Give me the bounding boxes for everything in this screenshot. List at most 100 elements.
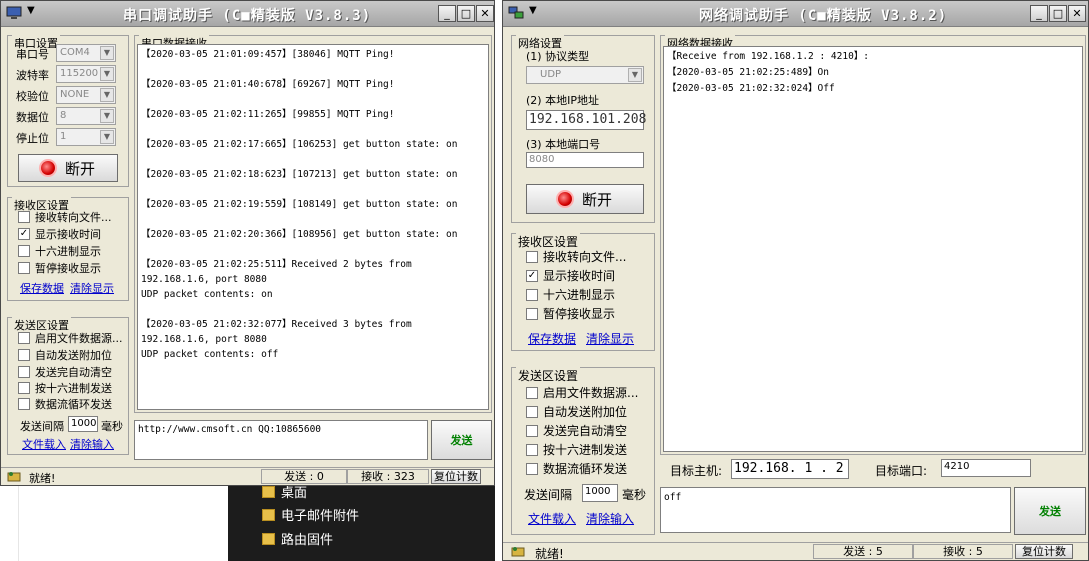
maximize-button[interactable]: □ — [457, 5, 475, 22]
clear-input-link[interactable]: 清除输入 — [586, 510, 634, 527]
show-recv-time-checkbox[interactable]: ✓ 显示接收时间 — [18, 226, 101, 242]
checkbox-box[interactable] — [18, 398, 30, 410]
network-send-settings-group: 发送区设置 启用文件数据源... 自动发送附加位 发送完自动清空 按十六进制发送… — [511, 367, 655, 535]
databits-select[interactable]: 8 ▼ — [56, 107, 116, 125]
serial-send-input[interactable]: http://www.cmsoft.cn QQ:10865600 — [134, 420, 428, 460]
loop-send-checkbox[interactable]: 数据流循环发送 — [526, 460, 627, 477]
status-led-icon — [557, 192, 572, 206]
reset-counter-button[interactable]: 复位计数 — [1015, 544, 1073, 559]
file-source-checkbox[interactable]: 启用文件数据源... — [18, 330, 123, 346]
checkbox-box[interactable] — [526, 250, 538, 263]
network-send-input[interactable]: off — [660, 487, 1011, 533]
serial-titlebar[interactable]: ▼ 串口调试助手 (C■精装版 V3.8.3) _ □ ✕ — [1, 1, 494, 27]
save-data-link[interactable]: 保存数据 — [20, 280, 64, 296]
checkbox-box[interactable] — [526, 462, 538, 475]
chevron-down-icon[interactable]: ▼ — [100, 88, 114, 102]
network-receive-settings-group: 接收区设置 接收转向文件... ✓ 显示接收时间 十六进制显示 暂停接收显示 保存… — [511, 233, 655, 351]
serial-receive-log[interactable]: 【2020-03-05 21:01:09:457】[38046] MQTT Pi… — [137, 44, 489, 410]
file-source-checkbox[interactable]: 启用文件数据源... — [526, 384, 638, 401]
hex-send-checkbox[interactable]: 按十六进制发送 — [526, 441, 627, 458]
checkbox-box[interactable] — [18, 366, 30, 378]
parity-select[interactable]: NONE ▼ — [56, 86, 116, 104]
local-ip-input[interactable]: 192.168.101.208 — [526, 110, 646, 130]
checkbox-box[interactable] — [526, 386, 538, 399]
hex-display-checkbox[interactable]: 十六进制显示 — [526, 286, 615, 303]
checkbox-box[interactable] — [526, 443, 538, 456]
chevron-down-icon[interactable]: ▼ — [100, 46, 114, 60]
stopbits-select[interactable]: 1 ▼ — [56, 128, 116, 146]
recv-to-file-checkbox[interactable]: 接收转向文件... — [18, 209, 112, 225]
clear-display-link[interactable]: 清除显示 — [70, 280, 114, 296]
clear-display-link[interactable]: 清除显示 — [586, 330, 634, 347]
baud-select[interactable]: 115200 ▼ — [56, 65, 116, 83]
checkbox-label: 数据流循环发送 — [543, 462, 628, 476]
explorer-item-email-attachments[interactable]: 电子邮件附件 — [262, 504, 359, 524]
auto-append-checkbox[interactable]: 自动发送附加位 — [18, 347, 112, 363]
serial-send-button[interactable]: 发送 — [431, 420, 492, 460]
network-icon[interactable] — [508, 6, 524, 20]
checkbox-box[interactable] — [18, 382, 30, 394]
hex-display-checkbox[interactable]: 十六进制显示 — [18, 243, 101, 259]
local-port-input[interactable]: 8080 — [526, 152, 644, 168]
folder-icon — [262, 509, 275, 521]
protocol-value: UDP — [540, 69, 562, 80]
local-port-label: (3) 本地端口号 — [526, 138, 601, 151]
checkbox-box[interactable] — [18, 211, 30, 223]
close-button[interactable]: ✕ — [476, 5, 494, 22]
checkbox-box[interactable] — [526, 307, 538, 320]
checkbox-box[interactable] — [526, 288, 538, 301]
checkbox-box[interactable] — [18, 245, 30, 257]
reset-counter-button[interactable]: 复位计数 — [431, 469, 481, 484]
chevron-down-icon[interactable]: ▼ — [529, 5, 537, 16]
checkbox-box[interactable]: ✓ — [526, 269, 538, 282]
interval-input[interactable]: 1000 — [68, 416, 98, 432]
target-port-input[interactable]: 4210 — [941, 459, 1031, 477]
recv-to-file-checkbox[interactable]: 接收转向文件... — [526, 248, 626, 265]
pause-display-checkbox[interactable]: 暂停接收显示 — [18, 260, 101, 276]
interval-input[interactable]: 1000 — [582, 484, 618, 502]
serial-open-button[interactable]: 断开 — [18, 154, 118, 182]
close-button[interactable]: ✕ — [1068, 5, 1086, 22]
auto-append-checkbox[interactable]: 自动发送附加位 — [526, 403, 627, 420]
serial-receive-settings-group: 接收区设置 接收转向文件... ✓ 显示接收时间 十六进制显示 暂停接收显示 保存… — [7, 197, 129, 301]
auto-clear-checkbox[interactable]: 发送完自动清空 — [526, 422, 627, 439]
port-select[interactable]: COM4 ▼ — [56, 44, 116, 62]
minimize-button[interactable]: _ — [1030, 5, 1048, 22]
minimize-button[interactable]: _ — [438, 5, 456, 22]
monitor-icon[interactable] — [6, 6, 22, 20]
chevron-down-icon[interactable]: ▼ — [628, 68, 642, 82]
network-receive-log[interactable]: 【Receive from 192.168.1.2 : 4210】: 【2020… — [663, 46, 1083, 452]
protocol-label: (1) 协议类型 — [526, 50, 590, 63]
chevron-down-icon[interactable]: ▼ — [100, 109, 114, 123]
checkbox-box[interactable] — [18, 332, 30, 344]
show-recv-time-checkbox[interactable]: ✓ 显示接收时间 — [526, 267, 615, 284]
checkbox-label: 显示接收时间 — [543, 269, 616, 283]
clear-input-link[interactable]: 清除输入 — [70, 436, 114, 452]
checkbox-box[interactable]: ✓ — [18, 228, 30, 240]
network-open-button[interactable]: 断开 — [526, 184, 644, 214]
protocol-select[interactable]: UDP ▼ — [526, 66, 644, 84]
save-data-link[interactable]: 保存数据 — [528, 330, 576, 347]
pause-display-checkbox[interactable]: 暂停接收显示 — [526, 305, 615, 322]
stopbits-value: 1 — [60, 131, 67, 142]
chevron-down-icon[interactable]: ▼ — [100, 67, 114, 81]
network-send-button[interactable]: 发送 — [1014, 487, 1086, 535]
checkbox-label: 发送完自动清空 — [35, 366, 112, 379]
chevron-down-icon[interactable]: ▼ — [27, 5, 35, 16]
serial-window-title: 串口调试助手 (C■精装版 V3.8.3) — [123, 8, 372, 24]
load-file-link[interactable]: 文件载入 — [22, 436, 66, 452]
maximize-button[interactable]: □ — [1049, 5, 1067, 22]
auto-clear-checkbox[interactable]: 发送完自动清空 — [18, 364, 112, 380]
chevron-down-icon[interactable]: ▼ — [100, 130, 114, 144]
hex-send-checkbox[interactable]: 按十六进制发送 — [18, 380, 112, 396]
checkbox-box[interactable] — [18, 349, 30, 361]
checkbox-box[interactable] — [18, 262, 30, 274]
checkbox-box[interactable] — [526, 405, 538, 418]
network-titlebar[interactable]: ▼ 网络调试助手 (C■精装版 V3.8.2) _ □ ✕ — [503, 1, 1088, 27]
load-file-link[interactable]: 文件载入 — [528, 510, 576, 527]
explorer-item-router-firmware[interactable]: 路由固件 — [262, 528, 333, 548]
checkbox-box[interactable] — [526, 424, 538, 437]
target-host-input[interactable]: 192.168. 1 . 2 — [731, 459, 849, 479]
checkbox-label: 十六进制显示 — [35, 245, 101, 258]
loop-send-checkbox[interactable]: 数据流循环发送 — [18, 396, 112, 412]
